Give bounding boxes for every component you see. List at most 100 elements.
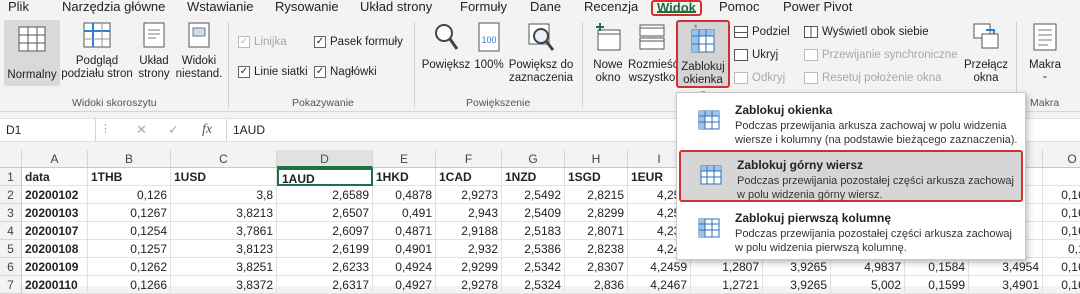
- column-header[interactable]: E: [373, 150, 436, 168]
- page-break-preview-button[interactable]: Podgląd podziału stron: [60, 22, 134, 81]
- tab-dane[interactable]: Dane: [530, 0, 561, 16]
- cell[interactable]: 2,932: [436, 240, 502, 258]
- cell[interactable]: 2,6317: [277, 276, 373, 294]
- new-window-button[interactable]: Nowe okno: [588, 22, 628, 85]
- cancel-icon[interactable]: ✕: [136, 122, 147, 138]
- cell[interactable]: 2,9299: [436, 258, 502, 276]
- cell[interactable]: 3,8372: [171, 276, 277, 294]
- column-header[interactable]: D: [277, 150, 373, 168]
- cell[interactable]: 1CAD: [436, 168, 502, 186]
- tab-power-pivot[interactable]: Power Pivot: [783, 0, 852, 16]
- cell[interactable]: 3,7861: [171, 222, 277, 240]
- ruler-checkbox[interactable]: ✓ Linijka: [238, 36, 287, 48]
- formula-bar-checkbox[interactable]: ✓ Pasek formuły: [314, 36, 403, 48]
- row-header[interactable]: 7: [0, 276, 22, 294]
- cell[interactable]: 2,5386: [502, 240, 565, 258]
- tab-pomoc[interactable]: Pomoc: [719, 0, 759, 16]
- menu-item-freeze-top-row[interactable]: Zablokuj górny wiersz Podczas przewijani…: [679, 150, 1023, 202]
- macros-button[interactable]: Makra ⌄: [1022, 22, 1068, 80]
- cell[interactable]: 2,6507: [277, 204, 373, 222]
- zoom-100-button[interactable]: 100 100%: [472, 22, 506, 72]
- cell[interactable]: 20200110: [22, 276, 88, 294]
- cell[interactable]: 2,6589: [277, 186, 373, 204]
- cell[interactable]: 1USD: [171, 168, 277, 186]
- cell[interactable]: 4,9837: [831, 258, 905, 276]
- cell[interactable]: 0,1584: [905, 258, 969, 276]
- column-header[interactable]: F: [436, 150, 502, 168]
- column-header[interactable]: O: [1043, 150, 1080, 168]
- unhide-button[interactable]: Odkryj: [734, 72, 785, 84]
- cell[interactable]: 2,9278: [436, 276, 502, 294]
- normal-view-button[interactable]: Normalny: [4, 20, 60, 86]
- cell[interactable]: 20200108: [22, 240, 88, 258]
- cell[interactable]: 1THB: [88, 168, 171, 186]
- cell[interactable]: 3,9265: [763, 258, 831, 276]
- column-header[interactable]: A: [22, 150, 88, 168]
- cell[interactable]: 0,1267: [88, 204, 171, 222]
- cell[interactable]: 0,168: [1043, 240, 1080, 258]
- cell[interactable]: 0,1671: [1043, 222, 1080, 240]
- gridlines-checkbox[interactable]: ✓ Linie siatki: [238, 66, 308, 78]
- cell[interactable]: 2,5183: [502, 222, 565, 240]
- cell[interactable]: 1AUD: [277, 168, 373, 186]
- cell[interactable]: 3,8: [171, 186, 277, 204]
- cell[interactable]: 3,8123: [171, 240, 277, 258]
- confirm-icon[interactable]: ✓: [168, 122, 179, 138]
- cell[interactable]: 0,1675: [1043, 186, 1080, 204]
- tab-rysowanie[interactable]: Rysowanie: [275, 0, 339, 16]
- name-box[interactable]: D1: [0, 119, 96, 141]
- row-header[interactable]: 4: [0, 222, 22, 240]
- page-layout-button[interactable]: Układ strony: [134, 22, 174, 81]
- custom-views-button[interactable]: Widoki niestand.: [174, 22, 224, 81]
- tab-uklad-strony[interactable]: Układ strony: [360, 0, 432, 16]
- cell[interactable]: 2,6199: [277, 240, 373, 258]
- cell[interactable]: 0,1254: [88, 222, 171, 240]
- cell[interactable]: 20200102: [22, 186, 88, 204]
- tab-recenzja[interactable]: Recenzja: [584, 0, 638, 16]
- cell[interactable]: 3,9265: [763, 276, 831, 294]
- arrange-all-button[interactable]: Rozmieść wszystko: [628, 22, 678, 85]
- cell[interactable]: 0,1599: [905, 276, 969, 294]
- cell[interactable]: 0,1262: [88, 258, 171, 276]
- cell[interactable]: 0,1681: [1043, 258, 1080, 276]
- tab-formuly[interactable]: Formuły: [460, 0, 507, 16]
- cell[interactable]: 2,8238: [565, 240, 628, 258]
- cell[interactable]: 0,4901: [373, 240, 436, 258]
- cell[interactable]: 2,8299: [565, 204, 628, 222]
- cell[interactable]: 0,1681: [1043, 204, 1080, 222]
- cell[interactable]: 2,9188: [436, 222, 502, 240]
- split-button[interactable]: Podziel: [734, 26, 790, 38]
- cell[interactable]: 2,5492: [502, 186, 565, 204]
- tab-plik[interactable]: Plik: [8, 0, 29, 16]
- switch-windows-button[interactable]: Przełącz okna: [962, 22, 1010, 85]
- row-header[interactable]: 5: [0, 240, 22, 258]
- cell[interactable]: 2,5409: [502, 204, 565, 222]
- cell[interactable]: 4,2459: [628, 258, 691, 276]
- row-header[interactable]: 2: [0, 186, 22, 204]
- cell[interactable]: 2,6233: [277, 258, 373, 276]
- column-header[interactable]: C: [171, 150, 277, 168]
- cell[interactable]: 0,1681: [1043, 276, 1080, 294]
- cell[interactable]: 1,2721: [691, 276, 763, 294]
- tab-widok[interactable]: Widok: [651, 0, 702, 16]
- cell[interactable]: 2,8215: [565, 186, 628, 204]
- cell[interactable]: 0,4871: [373, 222, 436, 240]
- cell[interactable]: 2,8307: [565, 258, 628, 276]
- cell[interactable]: 0,1257: [88, 240, 171, 258]
- cell[interactable]: 2,9273: [436, 186, 502, 204]
- cell[interactable]: 20200107: [22, 222, 88, 240]
- more-options-icon[interactable]: ⋮: [100, 122, 111, 135]
- row-header[interactable]: 1: [0, 168, 22, 186]
- cell[interactable]: 1NZD: [502, 168, 565, 186]
- menu-item-freeze-first-column[interactable]: Zablokuj pierwszą kolumnę Podczas przewi…: [679, 205, 1023, 257]
- synchronous-scrolling-button[interactable]: Przewijanie synchroniczne: [804, 49, 958, 61]
- cell[interactable]: 2,8071: [565, 222, 628, 240]
- cell[interactable]: 1,2807: [691, 258, 763, 276]
- cell[interactable]: 0,1266: [88, 276, 171, 294]
- tab-wstawianie[interactable]: Wstawianie: [187, 0, 253, 16]
- zoom-button[interactable]: Powiększ: [420, 22, 472, 72]
- reset-window-position-button[interactable]: Resetuj położenie okna: [804, 72, 942, 84]
- zoom-to-selection-button[interactable]: Powiększ do zaznaczenia: [506, 22, 576, 85]
- cell[interactable]: data: [22, 168, 88, 186]
- cell[interactable]: 4,2467: [628, 276, 691, 294]
